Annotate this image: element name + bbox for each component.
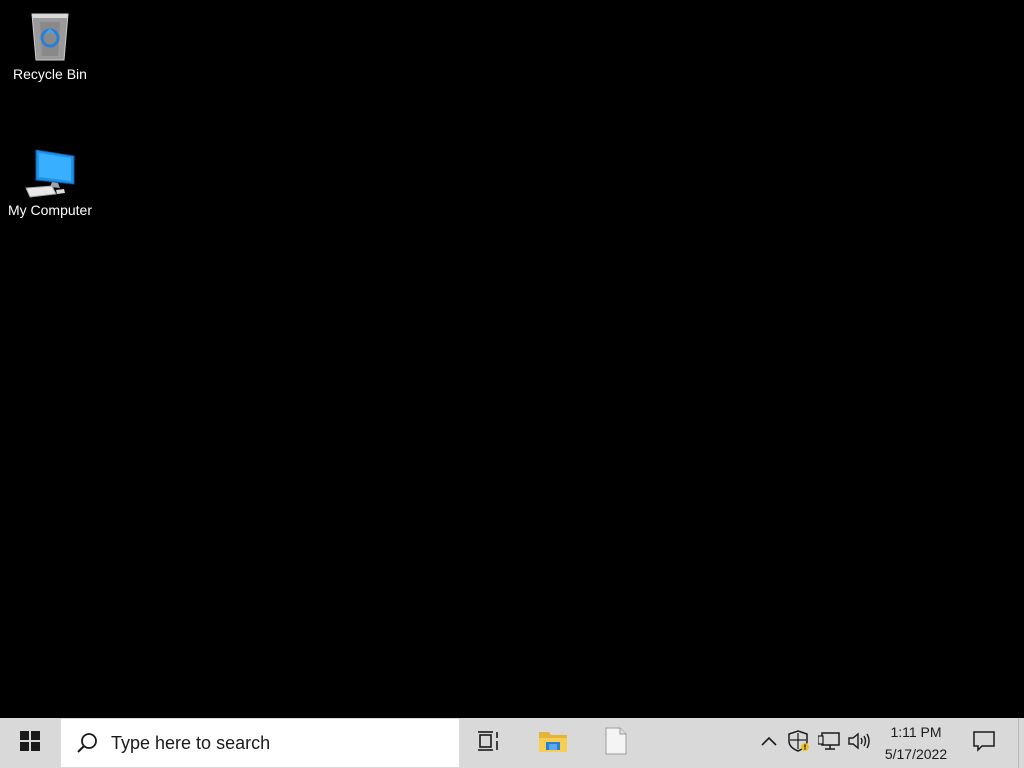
action-center-button[interactable] xyxy=(960,718,1008,768)
taskbar: Type here to search 1:11 PM 5/17/2022 xyxy=(0,718,1024,768)
computer-icon xyxy=(22,144,78,200)
task-view-icon xyxy=(478,730,502,757)
clock-time: 1:11 PM xyxy=(890,724,942,740)
notification-icon xyxy=(973,730,995,757)
clock[interactable]: 1:11 PM 5/17/2022 xyxy=(874,718,958,768)
show-hidden-icons-button[interactable] xyxy=(756,718,782,768)
show-desktop-button[interactable] xyxy=(1018,718,1024,768)
desktop-icon-label: My Computer xyxy=(7,202,93,218)
recycle-bin-icon xyxy=(22,8,78,64)
folder-icon xyxy=(538,728,568,759)
network-icon xyxy=(817,731,840,756)
chevron-up-icon xyxy=(760,734,778,752)
search-placeholder: Type here to search xyxy=(111,732,271,753)
search-input[interactable]: Type here to search xyxy=(61,719,459,767)
desktop-icon-my-computer[interactable]: My Computer xyxy=(0,144,100,218)
network-tray-button[interactable] xyxy=(816,718,842,768)
document-icon xyxy=(605,727,627,760)
desktop-icon-label: Recycle Bin xyxy=(13,66,87,82)
task-view-button[interactable] xyxy=(460,718,520,768)
volume-tray-button[interactable] xyxy=(846,718,872,768)
desktop[interactable]: Recycle Bin My Computer xyxy=(0,0,1024,718)
shield-icon xyxy=(788,729,810,757)
volume-icon xyxy=(847,731,871,756)
security-tray-button[interactable] xyxy=(786,718,812,768)
clock-date: 5/17/2022 xyxy=(884,746,948,762)
notepad-button[interactable] xyxy=(586,718,646,768)
file-explorer-button[interactable] xyxy=(522,718,584,768)
start-button[interactable] xyxy=(0,718,60,768)
desktop-icon-recycle-bin[interactable]: Recycle Bin xyxy=(0,8,100,82)
search-icon xyxy=(75,731,99,755)
windows-logo-icon xyxy=(20,730,40,756)
